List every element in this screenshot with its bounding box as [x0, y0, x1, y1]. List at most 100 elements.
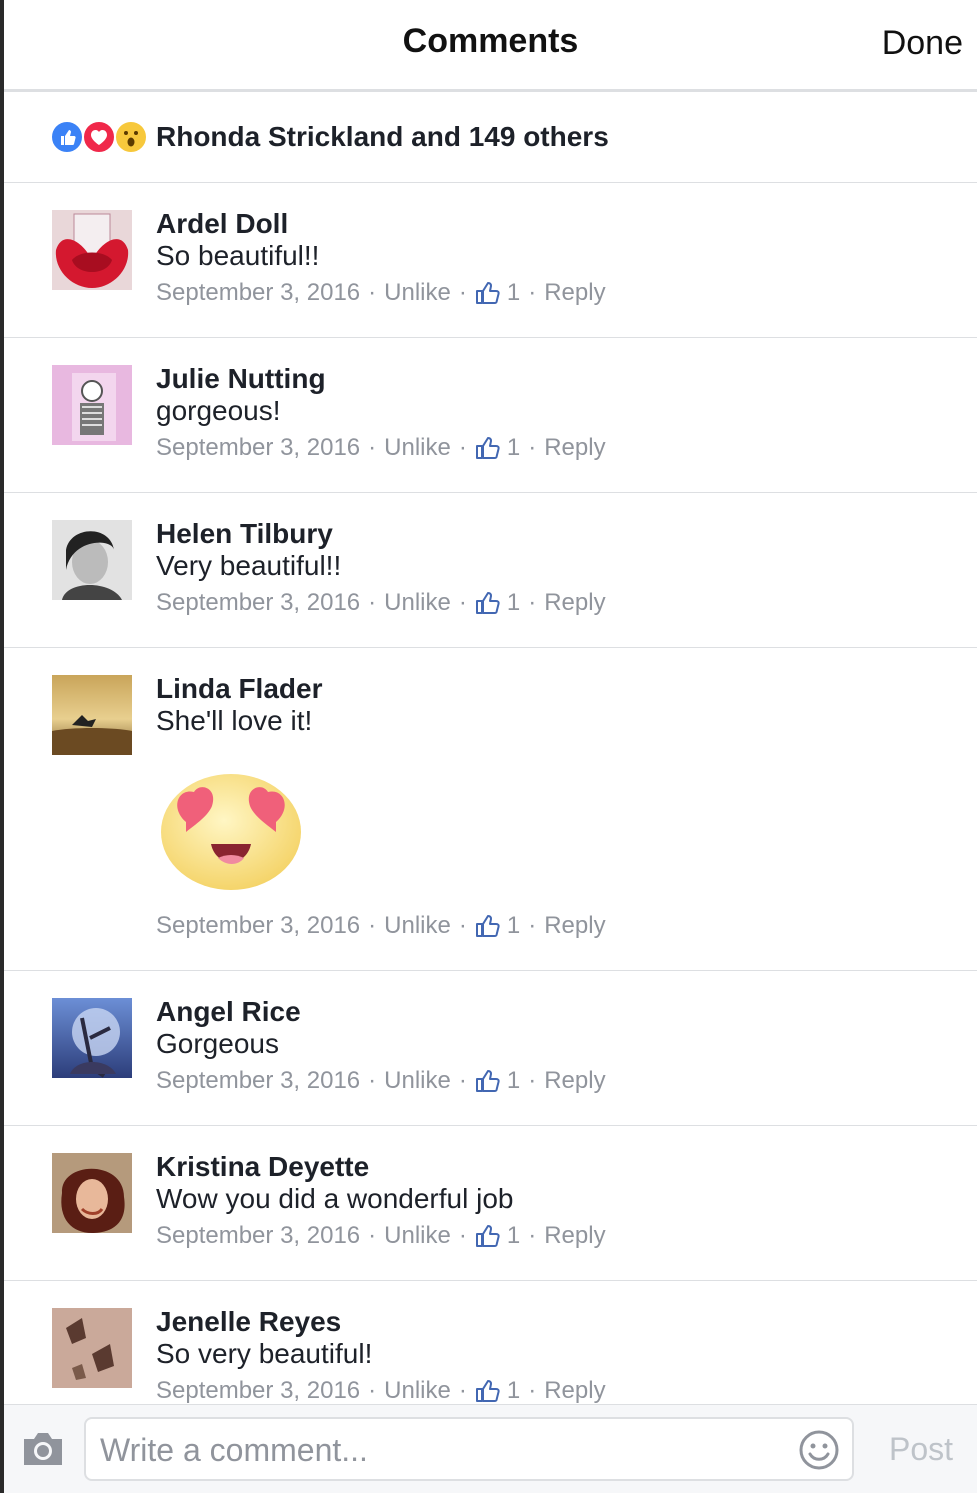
separator: ·: [458, 912, 467, 939]
reply-button[interactable]: Reply: [544, 1222, 605, 1250]
heart-eyes-sticker[interactable]: [156, 766, 306, 896]
unlike-button[interactable]: Unlike: [384, 1377, 451, 1404]
comment-date: September 3, 2016: [156, 279, 361, 306]
separator: ·: [458, 434, 467, 461]
avatar[interactable]: [52, 520, 132, 600]
comment-date: September 3, 2016: [156, 589, 361, 616]
reply-button[interactable]: Reply: [544, 434, 605, 462]
unlike-button[interactable]: Unlike: [384, 912, 451, 940]
like-count: 1: [506, 912, 521, 939]
separator: ·: [458, 1222, 467, 1249]
comment-meta: September 3, 2016 · Unlike · 1 · Reply: [156, 434, 606, 462]
like-count: 1: [506, 279, 521, 306]
post-button[interactable]: Post: [889, 1431, 953, 1468]
reaction-icons: [50, 120, 150, 154]
avatar[interactable]: [52, 210, 132, 290]
separator: ·: [528, 434, 537, 461]
commenter-name[interactable]: Ardel Doll: [156, 208, 288, 240]
separator: ·: [368, 279, 377, 306]
separator: ·: [458, 279, 467, 306]
separator: ·: [458, 1377, 467, 1404]
comments-header: Comments Done: [4, 0, 977, 92]
avatar[interactable]: [52, 998, 132, 1078]
reply-button[interactable]: Reply: [544, 912, 605, 940]
page-title: Comments: [402, 22, 579, 60]
comment-meta: September 3, 2016 · Unlike · 1 · Reply: [156, 1222, 606, 1250]
separator: ·: [528, 279, 537, 306]
like-count-icon: [475, 435, 501, 461]
commenter-name[interactable]: Kristina Deyette: [156, 1151, 369, 1183]
reply-button[interactable]: Reply: [544, 1377, 605, 1404]
comment-item: Angel Rice Gorgeous September 3, 2016 · …: [4, 971, 977, 1126]
like-icon: [50, 120, 84, 154]
reply-button[interactable]: Reply: [544, 589, 605, 617]
comment-text: gorgeous!: [156, 395, 281, 426]
love-icon: [82, 120, 116, 154]
like-count: 1: [506, 1377, 521, 1404]
reactions-summary-text: Rhonda Strickland and 149 others: [156, 121, 609, 152]
like-count-icon: [475, 1378, 501, 1404]
separator: ·: [528, 1067, 537, 1094]
separator: ·: [528, 1377, 537, 1404]
like-count-icon: [475, 590, 501, 616]
commenter-name[interactable]: Helen Tilbury: [156, 518, 333, 550]
like-count: 1: [506, 589, 521, 616]
comment-composer: Post: [4, 1404, 977, 1493]
separator: ·: [368, 589, 377, 616]
separator: ·: [368, 1067, 377, 1094]
camera-icon[interactable]: [20, 1429, 66, 1469]
like-count-icon: [475, 1223, 501, 1249]
unlike-button[interactable]: Unlike: [384, 589, 451, 617]
unlike-button[interactable]: Unlike: [384, 279, 451, 307]
separator: ·: [528, 589, 537, 616]
comment-item: Ardel Doll So beautiful!! September 3, 2…: [4, 183, 977, 338]
like-count: 1: [506, 1222, 521, 1249]
avatar[interactable]: [52, 365, 132, 445]
smiley-icon[interactable]: [798, 1429, 840, 1471]
comment-item: Kristina Deyette Wow you did a wonderful…: [4, 1126, 977, 1281]
unlike-button[interactable]: Unlike: [384, 1067, 451, 1095]
comment-text: Wow you did a wonderful job: [156, 1183, 514, 1214]
unlike-button[interactable]: Unlike: [384, 434, 451, 462]
comment-text: Gorgeous: [156, 1028, 279, 1059]
separator: ·: [528, 1222, 537, 1249]
commenter-name[interactable]: Jenelle Reyes: [156, 1306, 341, 1338]
comment-meta: September 3, 2016 · Unlike · 1 · Reply: [156, 1377, 606, 1404]
comment-text: Very beautiful!!: [156, 550, 342, 581]
comment-date: September 3, 2016: [156, 434, 361, 461]
avatar[interactable]: [52, 1153, 132, 1233]
commenter-name[interactable]: Julie Nutting: [156, 363, 326, 395]
like-count-icon: [475, 1068, 501, 1094]
like-count: 1: [506, 1067, 521, 1094]
avatar[interactable]: [52, 675, 132, 755]
reactions-summary[interactable]: Rhonda Strickland and 149 others: [4, 95, 977, 183]
comment-meta: September 3, 2016 · Unlike · 1 · Reply: [156, 912, 606, 940]
like-count-icon: [475, 913, 501, 939]
avatar[interactable]: [52, 1308, 132, 1388]
comment-meta: September 3, 2016 · Unlike · 1 · Reply: [156, 589, 606, 617]
separator: ·: [458, 589, 467, 616]
commenter-name[interactable]: Linda Flader: [156, 673, 322, 705]
comment-date: September 3, 2016: [156, 1067, 361, 1094]
comment-text: So very beautiful!: [156, 1338, 373, 1369]
comment-input-box: [84, 1417, 854, 1481]
reply-button[interactable]: Reply: [544, 1067, 605, 1095]
comment-item: Julie Nutting gorgeous! September 3, 201…: [4, 338, 977, 493]
comment-input[interactable]: [100, 1429, 790, 1471]
comment-item: Linda Flader She'll love it! September 3…: [4, 648, 977, 971]
comment-date: September 3, 2016: [156, 912, 361, 939]
separator: ·: [458, 1067, 467, 1094]
comment-item: Jenelle Reyes So very beautiful! Septemb…: [4, 1281, 977, 1404]
comment-text: She'll love it!: [156, 705, 313, 736]
commenter-name[interactable]: Angel Rice: [156, 996, 301, 1028]
separator: ·: [368, 1222, 377, 1249]
reply-button[interactable]: Reply: [544, 279, 605, 307]
comment-date: September 3, 2016: [156, 1377, 361, 1404]
wow-icon: [114, 120, 148, 154]
comment-text: So beautiful!!: [156, 240, 320, 271]
done-button[interactable]: Done: [882, 24, 963, 63]
separator: ·: [368, 912, 377, 939]
unlike-button[interactable]: Unlike: [384, 1222, 451, 1250]
comment-item: Helen Tilbury Very beautiful!! September…: [4, 493, 977, 648]
comment-date: September 3, 2016: [156, 1222, 361, 1249]
